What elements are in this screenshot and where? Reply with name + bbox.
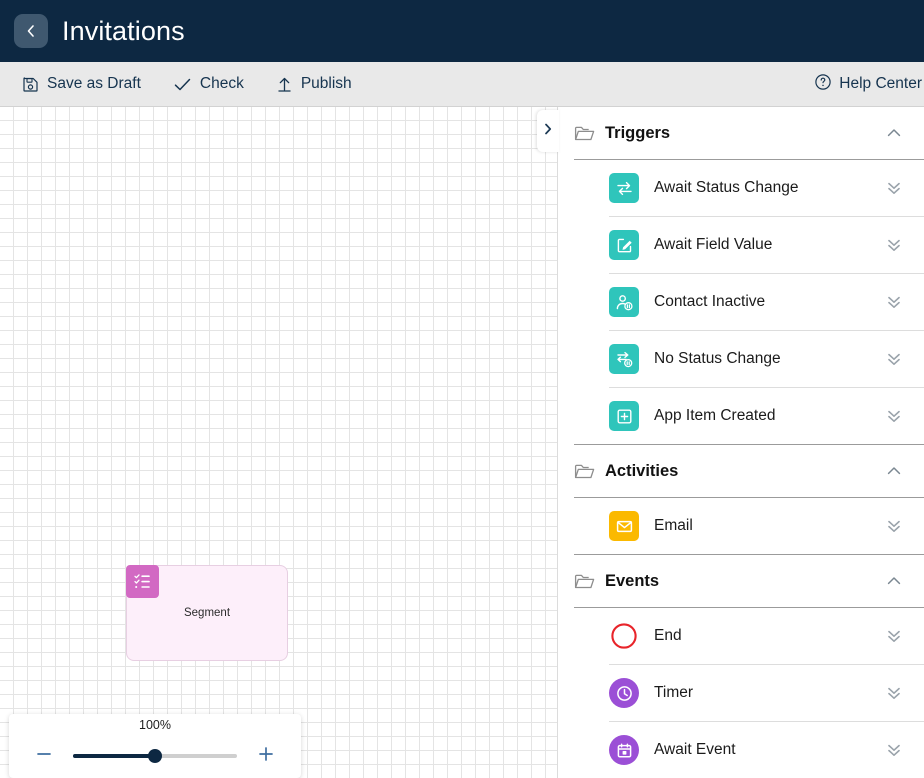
section-title: Events <box>605 571 660 590</box>
palette-item-await-event[interactable]: Await Event <box>558 722 924 778</box>
double-chevron-down-icon[interactable] <box>884 516 904 536</box>
zoom-slider-thumb[interactable] <box>148 749 162 763</box>
section-header-events[interactable]: Events <box>558 555 924 607</box>
page-title: Invitations <box>62 15 185 46</box>
palette-item-label: Await Field Value <box>654 236 773 253</box>
contact-pause-icon <box>609 287 639 317</box>
chevron-right-icon <box>542 122 554 141</box>
palette-item-label: Await Event <box>654 741 736 758</box>
palette-item-label: Timer <box>654 684 694 701</box>
save-as-draft-button[interactable]: Save as Draft <box>12 71 151 97</box>
check-label: Check <box>199 75 244 92</box>
folder-icon <box>574 124 595 143</box>
zoom-out-button[interactable] <box>31 743 57 769</box>
section-header-triggers[interactable]: Triggers <box>558 107 924 159</box>
zoom-in-button[interactable] <box>253 743 279 769</box>
palette-item-label: App Item Created <box>654 407 776 424</box>
palette-item-label: End <box>654 627 682 644</box>
section-title: Triggers <box>605 123 671 142</box>
plus-icon <box>256 744 276 769</box>
double-chevron-down-icon[interactable] <box>884 406 904 426</box>
double-chevron-down-icon[interactable] <box>884 292 904 312</box>
floppy-save-icon <box>22 76 39 93</box>
palette-item-await-status-change[interactable]: Await Status Change <box>558 160 924 216</box>
section-header-activities[interactable]: Activities <box>558 445 924 497</box>
palette-item-timer[interactable]: Timer <box>558 665 924 721</box>
publish-label: Publish <box>300 75 352 92</box>
folder-icon <box>574 572 595 591</box>
elements-panel[interactable]: Triggers Await Status Change Await Field… <box>557 107 924 778</box>
palette-item-await-field-value[interactable]: Await Field Value <box>558 217 924 273</box>
double-chevron-down-icon[interactable] <box>884 740 904 760</box>
checklist-icon <box>126 565 159 598</box>
upload-arrow-icon <box>276 76 293 93</box>
calendar-icon <box>609 735 639 765</box>
envelope-icon <box>609 511 639 541</box>
folder-icon <box>574 462 595 481</box>
palette-item-no-status-change[interactable]: No Status Change <box>558 331 924 387</box>
double-chevron-down-icon[interactable] <box>884 178 904 198</box>
chevron-up-icon[interactable] <box>884 571 904 591</box>
help-center-button[interactable]: Help Center <box>814 73 922 96</box>
palette-item-contact-inactive[interactable]: Contact Inactive <box>558 274 924 330</box>
workflow-canvas[interactable]: Segment <box>0 107 557 778</box>
plus-square-icon <box>609 401 639 431</box>
clock-icon <box>609 678 639 708</box>
zoom-slider[interactable] <box>73 743 237 769</box>
palette-item-label: Contact Inactive <box>654 293 766 310</box>
section-title: Activities <box>605 461 679 480</box>
end-circle-icon <box>609 621 639 651</box>
help-center-label: Help Center <box>839 75 922 92</box>
minus-icon <box>34 744 54 769</box>
chevron-up-icon[interactable] <box>884 461 904 481</box>
workflow-node-segment[interactable]: Segment <box>126 565 288 661</box>
palette-item-label: Await Status Change <box>654 179 799 196</box>
double-chevron-down-icon[interactable] <box>884 683 904 703</box>
toolbar: Save as Draft Check Publish Help Center <box>0 62 924 107</box>
palette-item-end[interactable]: End <box>558 608 924 664</box>
chevron-left-icon <box>23 23 39 39</box>
checkmark-icon <box>173 76 192 93</box>
palette-item-label: Email <box>654 517 693 534</box>
zoom-percent-label: 100% <box>139 718 171 732</box>
node-label: Segment <box>183 607 231 619</box>
workflow-editor-app: Invitations Save as Draft Check Publish … <box>0 0 924 778</box>
palette-item-app-item-created[interactable]: App Item Created <box>558 388 924 444</box>
publish-button[interactable]: Publish <box>266 71 362 97</box>
palette-item-label: No Status Change <box>654 350 781 367</box>
edit-square-icon <box>609 230 639 260</box>
chevron-up-icon[interactable] <box>884 123 904 143</box>
zoom-slider-fill <box>73 754 155 758</box>
double-chevron-down-icon[interactable] <box>884 626 904 646</box>
palette-item-email[interactable]: Email <box>558 498 924 554</box>
double-chevron-down-icon[interactable] <box>884 235 904 255</box>
zoom-control[interactable]: 100% <box>9 714 301 778</box>
question-circle-icon <box>814 73 832 96</box>
back-button[interactable] <box>14 14 48 48</box>
panel-collapse-toggle[interactable] <box>537 110 559 152</box>
app-header: Invitations <box>0 0 924 62</box>
no-status-change-icon <box>609 344 639 374</box>
swap-arrows-icon <box>609 173 639 203</box>
check-button[interactable]: Check <box>163 71 254 97</box>
zoom-row <box>9 738 301 774</box>
save-as-draft-label: Save as Draft <box>47 75 141 92</box>
double-chevron-down-icon[interactable] <box>884 349 904 369</box>
